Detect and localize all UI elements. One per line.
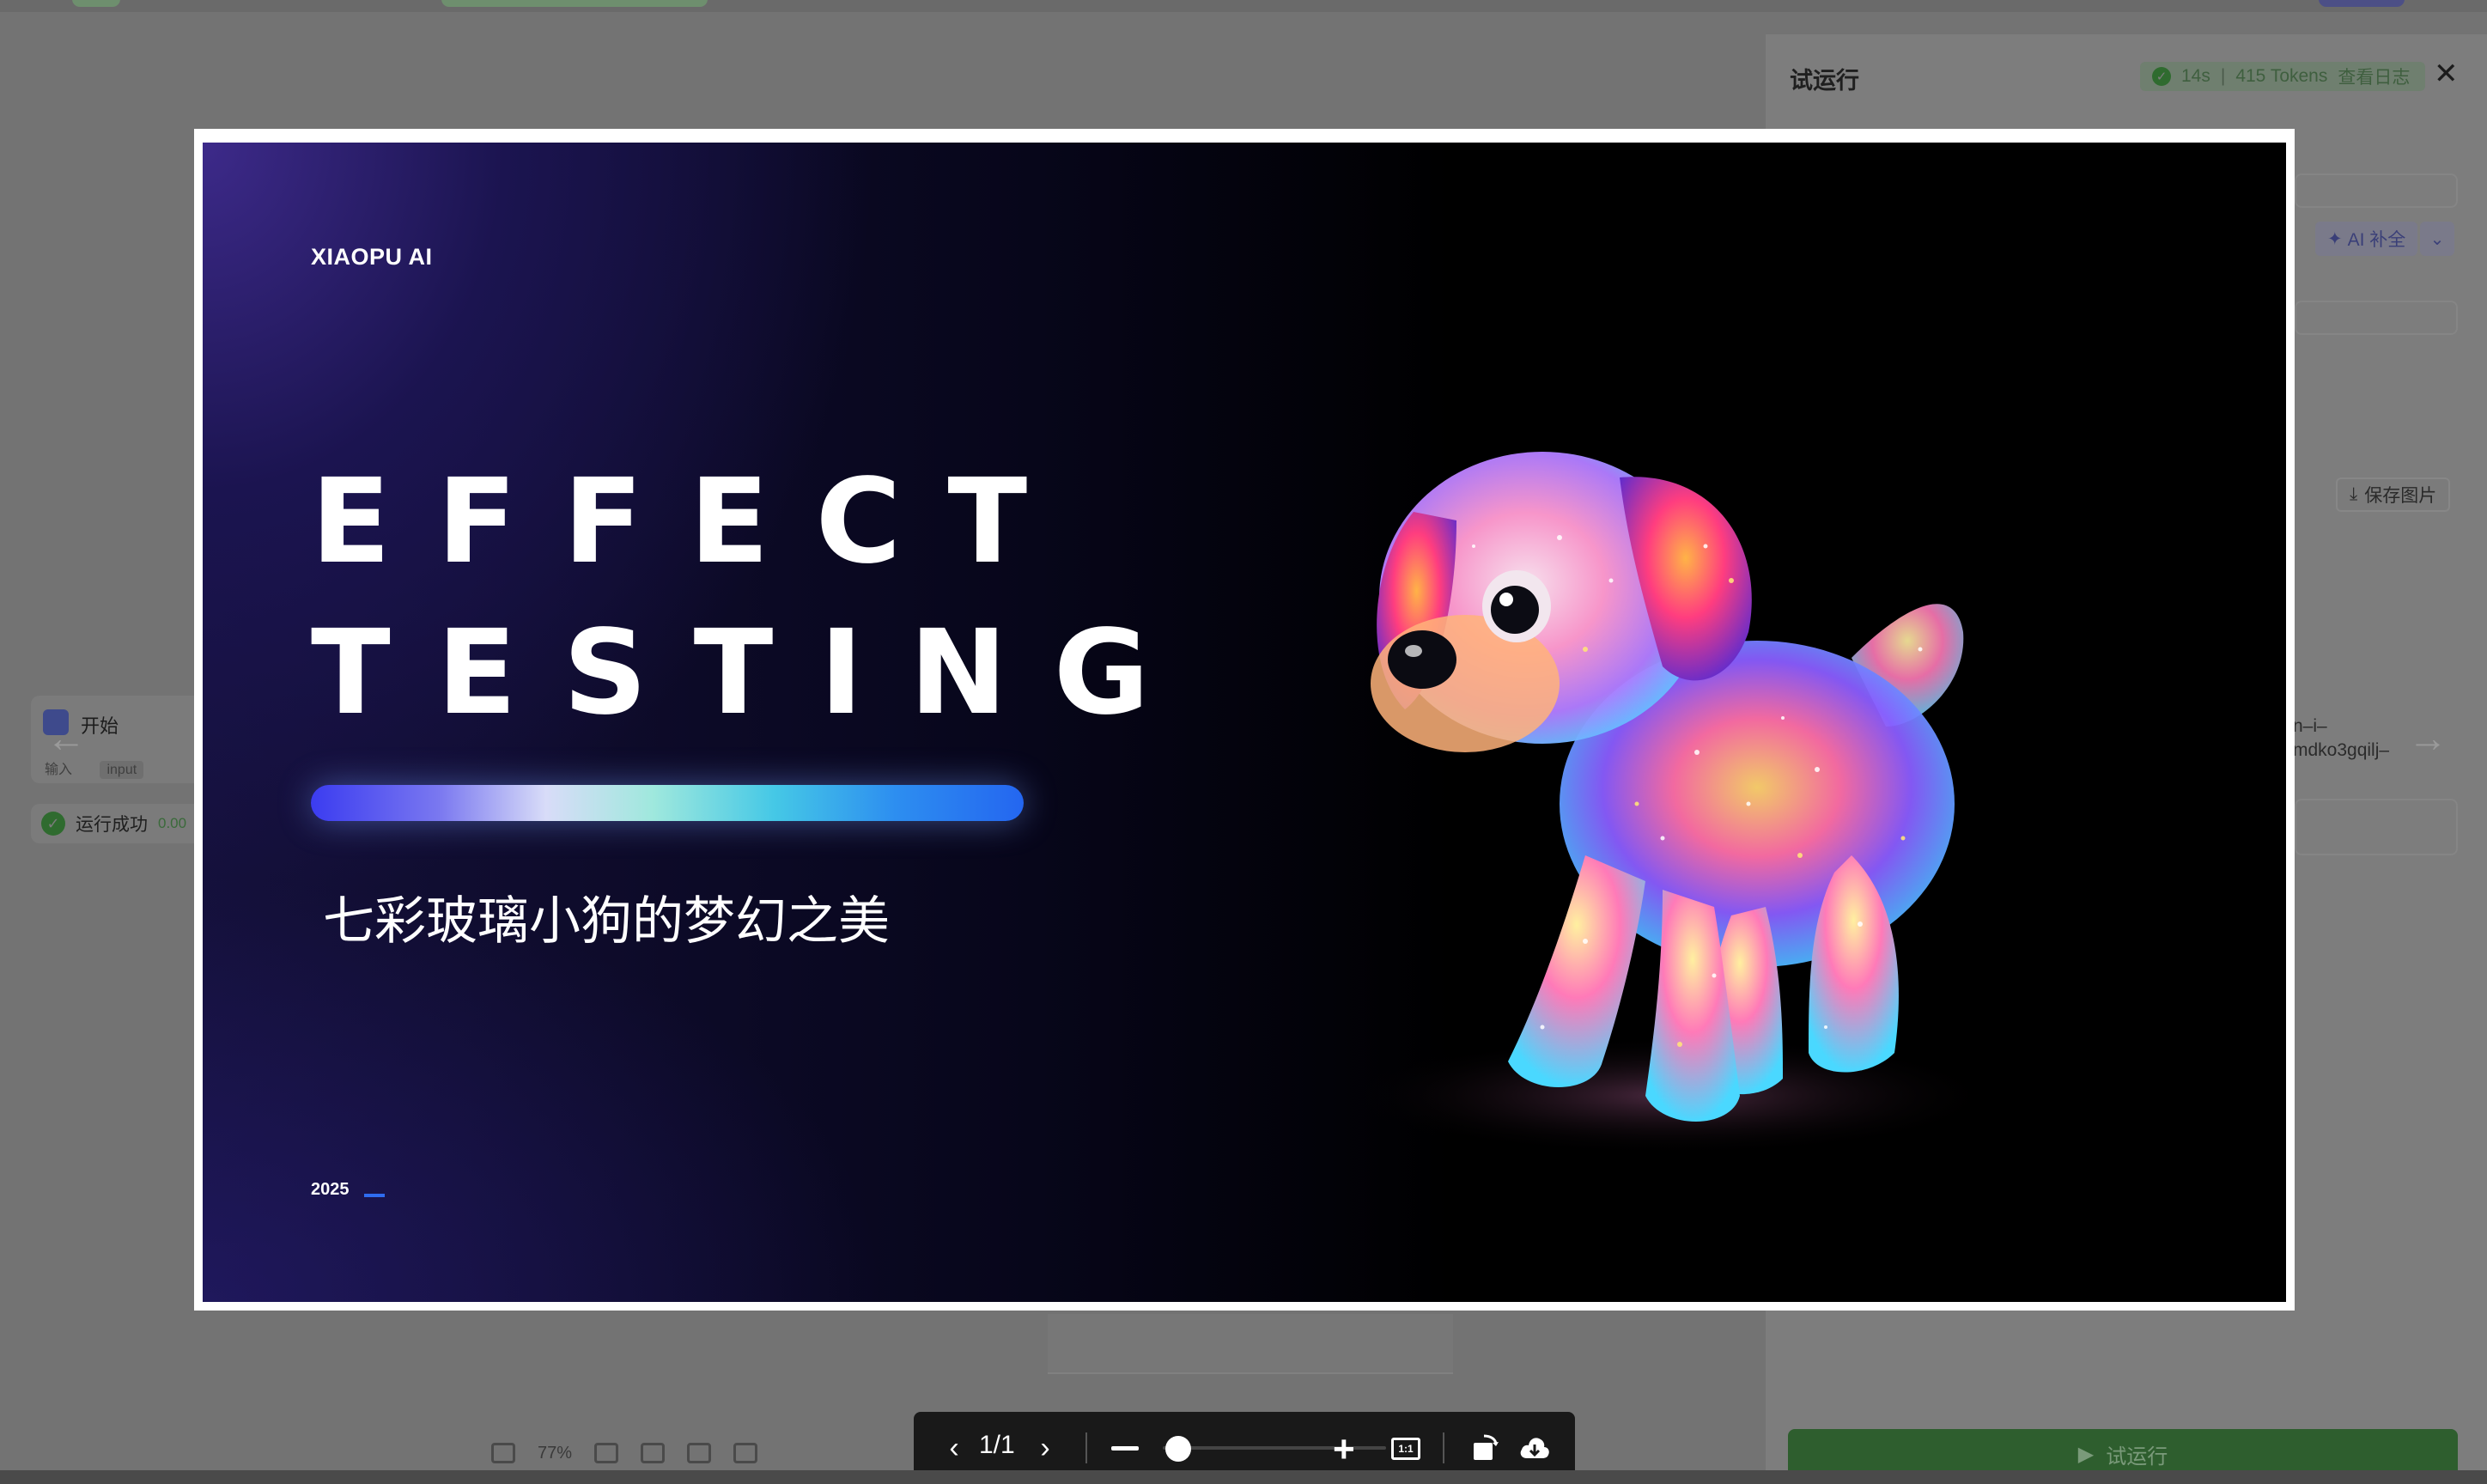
- start-node-title: 开始: [81, 715, 119, 737]
- ai-complete-label: AI 补全: [2347, 230, 2406, 250]
- run-duration: 14s: [2181, 66, 2210, 86]
- layout-icon[interactable]: [641, 1443, 666, 1463]
- cloud-download-icon[interactable]: [1518, 1432, 1551, 1463]
- slide-gradient-bar: [311, 785, 1024, 821]
- test-run-panel-title: 试运行: [1790, 68, 1859, 94]
- run-success-chip: ✓ 运行成功 0.00: [31, 804, 203, 843]
- start-node-input-tag: input: [100, 761, 144, 779]
- check-circle-icon: ✓: [2152, 67, 2171, 86]
- sparkle-icon: ✦: [2327, 228, 2343, 249]
- canvas-node-ghost: [1048, 1314, 1453, 1374]
- output-card-ghost: [2295, 799, 2458, 855]
- zoom-level[interactable]: 77%: [538, 1444, 572, 1463]
- slide-headline-line1: EFFECT: [311, 454, 1074, 590]
- input-field-ghost[interactable]: [2295, 301, 2458, 335]
- start-node-input-label: 输入: [45, 763, 73, 777]
- image-icon[interactable]: [687, 1443, 712, 1463]
- ai-complete-dropdown[interactable]: ⌄: [2420, 222, 2454, 256]
- check-circle-icon: ✓: [41, 812, 65, 836]
- actual-size-icon[interactable]: 1:1: [1391, 1438, 1420, 1460]
- slide-headline-line2: TESTING: [311, 605, 1196, 741]
- run-tokens: 415 Tokens: [2235, 66, 2328, 86]
- next-image-arrow-icon[interactable]: →: [2408, 715, 2447, 761]
- test-run-button-label: 试运行: [2106, 1444, 2168, 1469]
- rotate-icon[interactable]: [1470, 1432, 1499, 1463]
- chevron-left-icon[interactable]: ‹: [941, 1432, 967, 1464]
- zoom-slider-thumb[interactable]: [1165, 1436, 1191, 1462]
- minimap-icon[interactable]: [491, 1443, 515, 1463]
- view-log-link[interactable]: 查看日志: [2338, 64, 2410, 89]
- top-status-pill: [72, 0, 120, 7]
- comment-icon[interactable]: [594, 1443, 619, 1463]
- preview-image: XIAOPU AI EFFECT TESTING 七彩玻璃小狗的梦幻之美 202…: [203, 143, 2286, 1302]
- glass-puppy-illustration: [1345, 452, 1998, 1156]
- top-toolbar-ghost: [0, 0, 2487, 12]
- ai-complete-button[interactable]: ✦ AI 补全: [2315, 222, 2418, 256]
- play-icon: ▶: [2077, 1442, 2095, 1466]
- chevron-right-icon[interactable]: ›: [1032, 1432, 1058, 1464]
- run-status-chip: ✓ 14s | 415 Tokens 查看日志: [2140, 62, 2426, 91]
- top-run-status-pill: [441, 0, 708, 7]
- prev-image-arrow-icon[interactable]: ←: [46, 715, 86, 761]
- select-field-ghost[interactable]: [2295, 173, 2458, 208]
- slide-brand: XIAOPU AI: [311, 244, 433, 270]
- slide-year: 2025: [311, 1180, 350, 1199]
- save-image-label: 保存图片: [2364, 486, 2437, 506]
- run-success-label: 运行成功: [76, 815, 148, 835]
- run-success-value: 0.00: [158, 815, 187, 831]
- slide-subtitle: 七彩玻璃小狗的梦幻之美: [323, 891, 890, 952]
- window-bottom-edge: [0, 1470, 2487, 1484]
- save-image-button[interactable]: ⤓ 保存图片: [2336, 477, 2451, 512]
- publish-button-ghost: [2319, 0, 2405, 7]
- close-icon[interactable]: ✕: [2434, 57, 2459, 91]
- image-preview-frame: XIAOPU AI EFFECT TESTING 七彩玻璃小狗的梦幻之美 202…: [194, 129, 2295, 1311]
- output-text: n–i– mdko3gqilj–: [2293, 716, 2390, 760]
- zoom-out-icon[interactable]: [1111, 1446, 1139, 1451]
- zoom-in-icon[interactable]: +: [1333, 1431, 1355, 1469]
- download-icon: ⤓: [2350, 484, 2358, 504]
- slide-year-underline: [364, 1194, 385, 1197]
- note-icon[interactable]: [733, 1443, 758, 1463]
- page-indicator: 1/1: [979, 1431, 1015, 1459]
